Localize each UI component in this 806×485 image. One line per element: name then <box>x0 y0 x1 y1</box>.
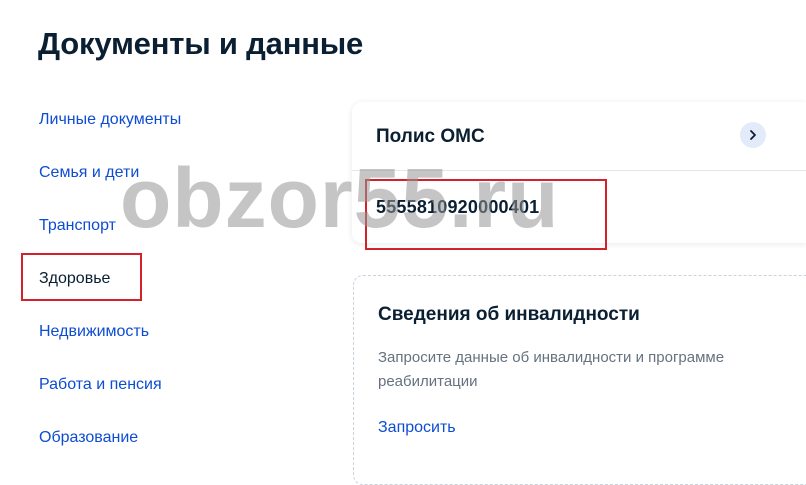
sidebar-item-work-pension[interactable]: Работа и пенсия <box>39 376 162 394</box>
disability-card-title: Сведения об инвалидности <box>378 304 640 325</box>
card-divider <box>352 170 806 171</box>
request-link[interactable]: Запросить <box>378 419 456 437</box>
sidebar-item-family-children[interactable]: Семья и дети <box>39 164 139 182</box>
oms-policy-card[interactable]: Полис ОМС 5555810920000401 <box>352 102 806 243</box>
sidebar-item-transport[interactable]: Транспорт <box>39 217 116 235</box>
disability-card-description: Запросите данные об инвалидности и прогр… <box>378 349 725 390</box>
sidebar-item-personal-documents[interactable]: Личные документы <box>39 111 181 129</box>
sidebar-item-education[interactable]: Образование <box>39 429 138 447</box>
oms-card-open-button[interactable] <box>740 122 766 148</box>
chevron-right-icon <box>750 130 756 140</box>
disability-info-card: Сведения об инвалидности Запросите данны… <box>353 275 806 485</box>
page-title: Документы и данные <box>38 26 364 61</box>
oms-card-title: Полис ОМС <box>376 126 485 147</box>
sidebar-item-real-estate[interactable]: Недвижимость <box>39 323 149 341</box>
oms-policy-number: 5555810920000401 <box>376 197 540 217</box>
sidebar-item-health[interactable]: Здоровье <box>39 270 110 288</box>
